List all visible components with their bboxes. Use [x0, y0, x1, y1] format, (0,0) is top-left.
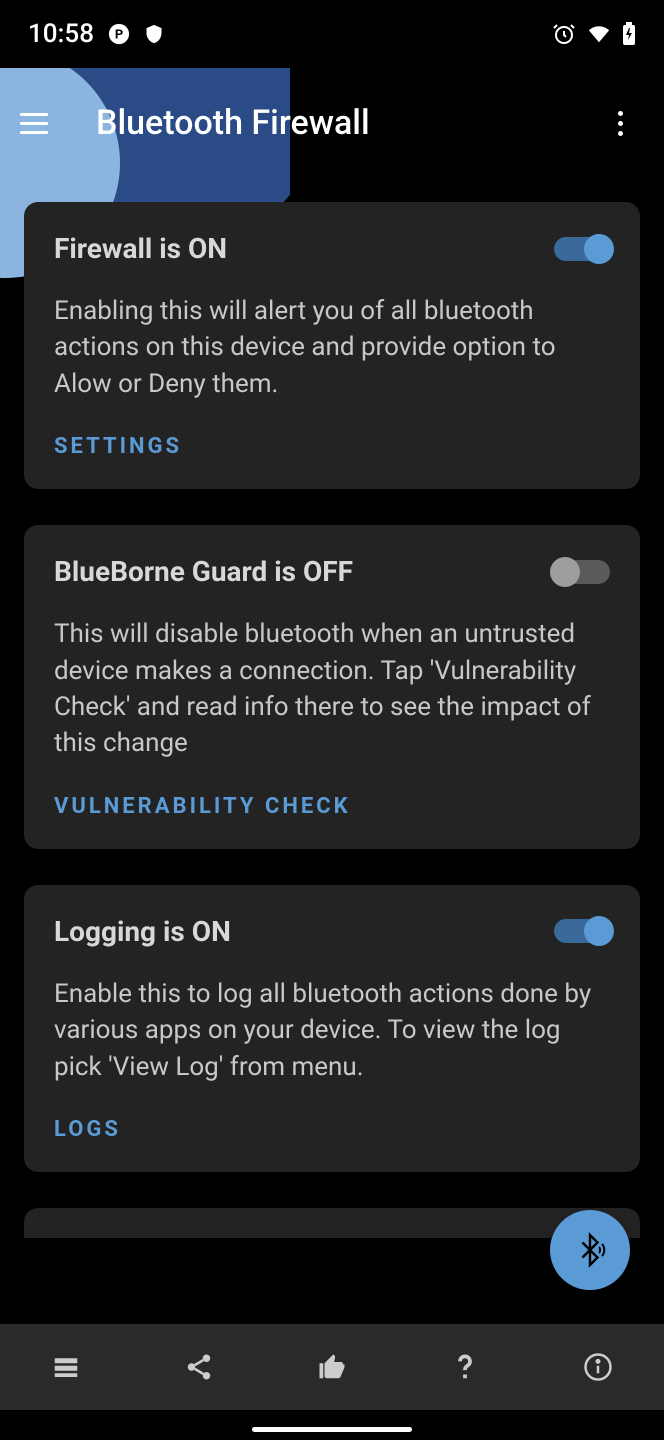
- blueborne-toggle[interactable]: [554, 560, 610, 584]
- alarm-icon: [552, 22, 576, 46]
- status-time: 10:58: [28, 19, 94, 49]
- card-title: Logging is ON: [54, 915, 231, 948]
- card-title: Firewall is ON: [54, 232, 227, 265]
- battery-icon: [622, 22, 636, 46]
- status-bar: 10:58 P: [0, 0, 664, 68]
- bluetooth-fab[interactable]: [550, 1210, 630, 1290]
- shield-icon: [144, 22, 164, 46]
- nav-help[interactable]: [435, 1337, 495, 1397]
- svg-text:P: P: [115, 28, 123, 43]
- firewall-toggle[interactable]: [554, 237, 610, 261]
- share-icon: [184, 1352, 214, 1382]
- vulnerability-check-button[interactable]: VULNERABILITY CHECK: [54, 794, 610, 819]
- card-firewall: Firewall is ON Enabling this will alert …: [24, 202, 640, 489]
- home-indicator[interactable]: [252, 1427, 412, 1432]
- more-button[interactable]: [596, 99, 644, 147]
- settings-button[interactable]: SETTINGS: [54, 434, 610, 459]
- nav-share[interactable]: [169, 1337, 229, 1397]
- card-peek: [24, 1208, 640, 1238]
- parking-icon: P: [108, 23, 130, 45]
- content: Firewall is ON Enabling this will alert …: [0, 178, 664, 1262]
- card-description: Enabling this will alert you of all blue…: [54, 293, 610, 402]
- list-icon: [51, 1352, 81, 1382]
- card-description: Enable this to log all bluetooth actions…: [54, 976, 610, 1085]
- card-title: BlueBorne Guard is OFF: [54, 555, 353, 588]
- nav-like[interactable]: [302, 1337, 362, 1397]
- nav-info[interactable]: [568, 1337, 628, 1397]
- card-blueborne: BlueBorne Guard is OFF This will disable…: [24, 525, 640, 849]
- bottom-nav: [0, 1324, 664, 1410]
- info-icon: [583, 1352, 613, 1382]
- bluetooth-broadcast-icon: [572, 1232, 608, 1268]
- wifi-icon: [586, 23, 612, 45]
- nav-list[interactable]: [36, 1337, 96, 1397]
- menu-button[interactable]: [20, 99, 68, 147]
- app-title: Bluetooth Firewall: [96, 103, 596, 143]
- card-logging: Logging is ON Enable this to log all blu…: [24, 885, 640, 1172]
- help-icon: [450, 1352, 480, 1382]
- app-bar: Bluetooth Firewall: [0, 68, 664, 178]
- logging-toggle[interactable]: [554, 919, 610, 943]
- logs-button[interactable]: LOGS: [54, 1117, 610, 1142]
- thumbs-up-icon: [317, 1352, 347, 1382]
- card-description: This will disable bluetooth when an untr…: [54, 616, 610, 762]
